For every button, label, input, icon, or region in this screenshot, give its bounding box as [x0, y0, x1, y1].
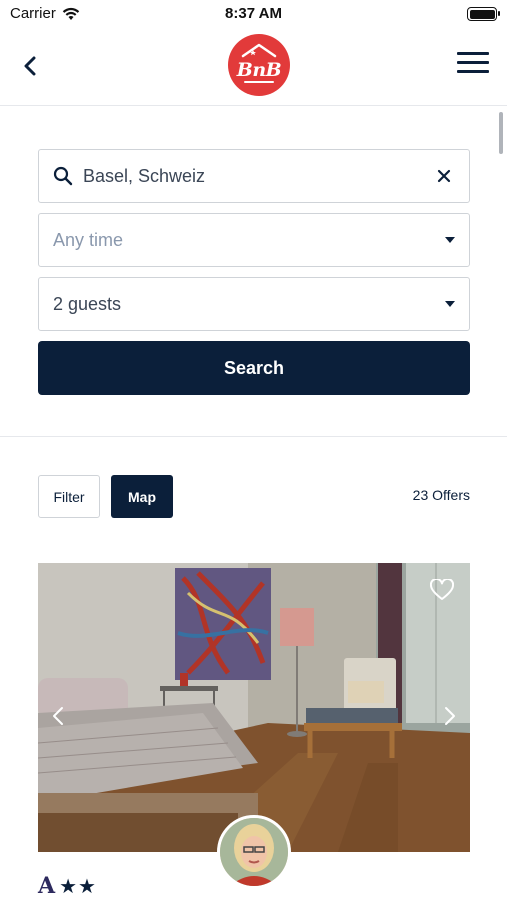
caret-down-icon — [445, 301, 455, 307]
bedroom-photo — [38, 563, 470, 852]
back-button[interactable] — [16, 52, 44, 80]
star-rating: ★★ — [59, 875, 97, 898]
nav-bar: BnB — [0, 28, 507, 106]
hamburger-menu-button[interactable] — [457, 52, 489, 78]
heart-icon — [429, 577, 455, 600]
favorite-button[interactable] — [429, 577, 455, 606]
search-button[interactable]: Search — [38, 341, 470, 395]
clear-destination-button[interactable] — [433, 165, 455, 187]
logo-text: BnB — [236, 59, 282, 81]
search-icon — [53, 165, 75, 187]
host-avatar[interactable] — [217, 815, 291, 889]
listing-rating: A ★★ — [38, 873, 97, 899]
scrollbar[interactable] — [499, 112, 503, 154]
destination-input[interactable]: Basel, Schweiz — [38, 149, 470, 203]
close-icon — [437, 169, 451, 183]
house-roof-icon — [241, 43, 277, 58]
guests-select[interactable]: 2 guests — [38, 277, 470, 331]
date-select[interactable]: Any time — [38, 213, 470, 267]
menu-line — [457, 70, 489, 73]
battery-icon — [467, 7, 500, 21]
previous-photo-button[interactable] — [52, 706, 64, 731]
offers-count: 23 Offers — [412, 487, 470, 503]
destination-value: Basel, Schweiz — [83, 165, 206, 186]
date-placeholder: Any time — [53, 229, 124, 250]
status-time: 8:37 AM — [225, 5, 282, 22]
next-photo-button[interactable] — [444, 706, 456, 731]
listing-photo[interactable] — [38, 563, 470, 852]
chevron-right-icon — [445, 707, 455, 725]
bnb-logo[interactable]: BnB — [228, 34, 290, 96]
logo-underline-icon — [244, 81, 274, 83]
chevron-left-icon — [24, 56, 36, 76]
guests-value: 2 guests — [53, 293, 122, 314]
section-divider — [0, 436, 507, 437]
menu-line — [457, 61, 489, 64]
filter-button[interactable]: Filter — [38, 475, 100, 518]
map-button[interactable]: Map — [111, 475, 173, 518]
host-portrait — [220, 818, 288, 886]
menu-line — [457, 52, 489, 55]
caret-down-icon — [445, 237, 455, 243]
category-badge: A — [38, 873, 56, 899]
status-bar: Carrier 8:37 AM — [0, 0, 507, 28]
chevron-left-icon — [53, 707, 63, 725]
